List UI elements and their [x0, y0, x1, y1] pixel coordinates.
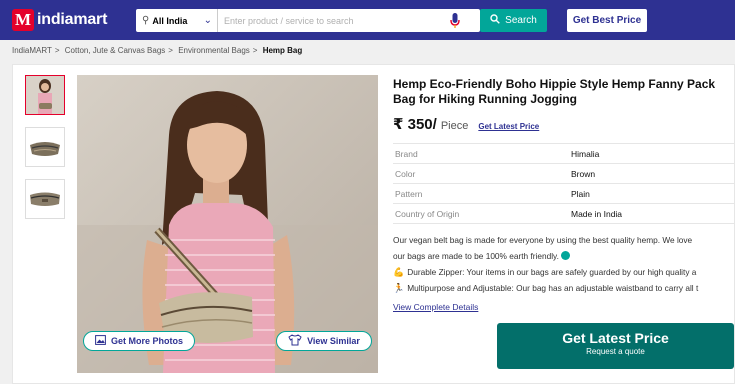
search-input[interactable] [218, 10, 448, 31]
spec-key: Pattern [395, 188, 423, 199]
product-price: ₹ 350/ [393, 116, 437, 133]
microphone-icon[interactable] [448, 12, 462, 30]
spec-key: Color [395, 168, 416, 179]
get-latest-price-link[interactable]: Get Latest Price [478, 122, 539, 131]
breadcrumb-current: Hemp Bag [262, 46, 303, 55]
spec-row-pattern: Pattern Plain [393, 184, 735, 204]
image-icon [95, 335, 106, 347]
top-header: M indiamart ⚲ All India ⌄ Search Get Bes… [0, 0, 735, 40]
breadcrumb-item-home[interactable]: IndiaMART [12, 46, 52, 55]
bullet-zipper-text: Durable Zipper: Your items in our bags a… [407, 267, 697, 277]
breadcrumb-item-environmental[interactable]: Environmental Bags [178, 46, 250, 55]
breadcrumb: IndiaMART > Cotton, Jute & Canvas Bags > E… [12, 46, 302, 55]
spec-row-brand: Brand Himalia [393, 144, 735, 164]
indiamart-logo[interactable]: M indiamart [12, 9, 107, 31]
breadcrumb-item-bags[interactable]: Cotton, Jute & Canvas Bags [65, 46, 166, 55]
cta-sublabel: Request a quote [586, 347, 645, 356]
breadcrumb-separator: > [54, 46, 60, 55]
breadcrumb-separator: > [252, 46, 258, 55]
chevron-down-icon: ⌄ [203, 15, 212, 26]
thumbnail-1[interactable] [25, 75, 65, 115]
shirt-icon [288, 334, 302, 348]
get-best-price-button[interactable]: Get Best Price [567, 9, 647, 32]
search-icon [490, 14, 500, 27]
spec-key: Country of Origin [395, 208, 460, 219]
thumbnail-2[interactable] [25, 127, 65, 167]
view-similar-label: View Similar [307, 336, 360, 346]
running-person-icon: 🏃 [393, 283, 405, 293]
description-line2: our bags are made to be 100% earth frien… [393, 248, 735, 264]
view-similar-button[interactable]: View Similar [276, 331, 372, 351]
location-label: All India [152, 15, 188, 26]
view-complete-details-link[interactable]: View Complete Details [393, 302, 735, 312]
spec-value: Himalia [571, 148, 600, 159]
get-more-photos-button[interactable]: Get More Photos [83, 331, 195, 351]
get-latest-price-button[interactable]: Get Latest Price Request a quote [497, 323, 734, 369]
product-details: Hemp Eco-Friendly Boho Hippie Style Hemp… [393, 77, 735, 312]
bullet-zipper: 💪 Durable Zipper: Your items in our bags … [393, 264, 735, 280]
search-bar: ⚲ All India ⌄ [136, 9, 480, 32]
spec-row-country: Country of Origin Made in India [393, 204, 735, 224]
thumbnail-3[interactable] [25, 179, 65, 219]
spec-row-color: Color Brown [393, 164, 735, 184]
bullet-multipurpose: 🏃 Multipurpose and Adjustable: Our bag ha… [393, 280, 735, 296]
price-unit: Piece [440, 120, 469, 132]
product-title-line2: Bag for Hiking Running Jogging [393, 92, 577, 106]
product-title-line1: Hemp Eco-Friendly Boho Hippie Style Hemp… [393, 77, 716, 91]
thumbnail-strip [25, 75, 67, 231]
spec-value: Plain [571, 188, 590, 199]
location-selector[interactable]: ⚲ All India ⌄ [136, 9, 218, 32]
description-line1: Our vegan belt bag is made for everyone … [393, 235, 693, 245]
bullet-multipurpose-text: Multipurpose and Adjustable: Our bag has… [407, 283, 699, 293]
breadcrumb-separator: > [168, 46, 173, 55]
product-description: Our vegan belt bag is made for everyone … [393, 232, 735, 296]
logo-mark: M [12, 9, 34, 31]
search-button[interactable]: Search [480, 9, 547, 32]
search-button-label: Search [505, 15, 537, 26]
product-main-image[interactable] [77, 75, 378, 373]
spec-key: Brand [395, 148, 418, 159]
earth-icon [560, 251, 570, 260]
product-card: Get More Photos View Similar Hemp Eco-Fr… [12, 64, 735, 384]
spec-table: Brand Himalia Color Brown Pattern Plain … [393, 143, 735, 224]
spec-value: Brown [571, 168, 596, 179]
cta-label: Get Latest Price [562, 330, 669, 346]
location-pin-icon: ⚲ [142, 15, 150, 26]
get-more-photos-label: Get More Photos [110, 336, 183, 346]
description-line2-text: our bags are made to be 100% earth frien… [393, 251, 559, 261]
price-row: ₹ 350/ Piece Get Latest Price [393, 115, 735, 133]
flex-arm-icon: 💪 [393, 267, 405, 277]
logo-text: indiamart [37, 11, 108, 28]
spec-value: Made in India [571, 208, 623, 219]
